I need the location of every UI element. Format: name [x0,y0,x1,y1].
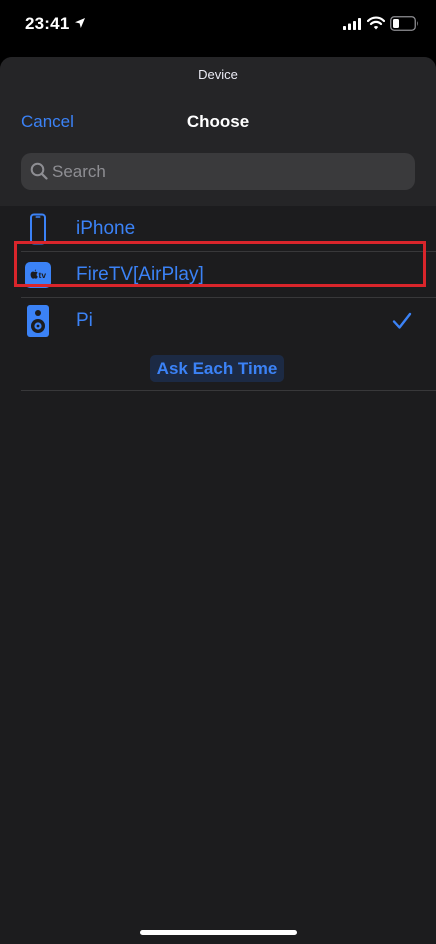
battery-icon [390,16,418,31]
wifi-icon [367,16,385,30]
sheet-header: Device Choose Cancel Search [0,57,436,206]
device-row-iphone[interactable]: iPhone [0,206,436,252]
checkmark-icon [392,312,412,329]
device-label: iPhone [76,218,136,239]
search-placeholder: Search [52,162,106,181]
row-divider [21,390,436,391]
apple-tv-icon-text: tv [39,270,47,280]
search-icon [30,162,48,180]
ask-each-time-button[interactable]: Ask Each Time [150,355,284,382]
device-label: Pi [76,310,93,331]
cancel-button[interactable]: Cancel [21,112,74,132]
location-arrow-icon [75,18,85,28]
apple-tv-icon: tv [25,262,51,288]
iphone-icon [30,213,46,245]
search-input[interactable]: Search [21,153,415,190]
device-row-firetv[interactable]: tv FireTV[AirPlay] [0,252,436,298]
status-bar: 23:41 [0,0,436,52]
home-indicator [140,930,297,935]
device-picker-sheet: Device Choose Cancel Search iPhone tv Fi… [0,57,436,944]
speaker-icon [27,305,49,337]
cellular-signal-icon [343,18,361,30]
status-time: 23:41 [25,14,70,33]
screen: 23:41 Device Choose Cancel Search iPhone… [0,0,436,944]
device-row-pi[interactable]: Pi [0,298,436,344]
sheet-subtitle: Device [198,67,238,82]
device-label: FireTV[AirPlay] [76,264,204,285]
